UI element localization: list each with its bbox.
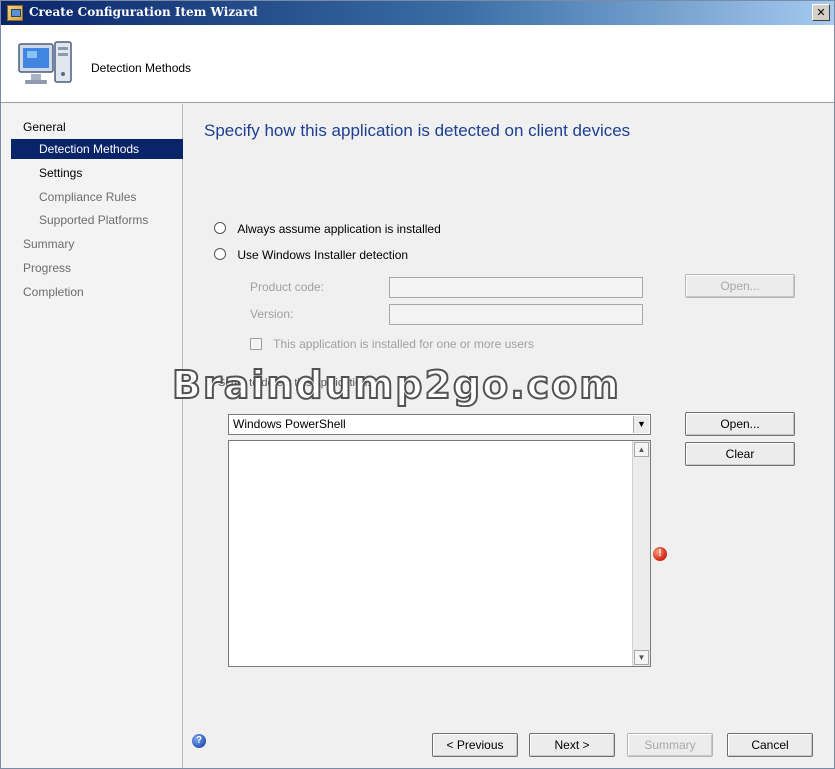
version-label: Version: [250, 307, 294, 321]
close-button[interactable]: ✕ [812, 4, 830, 21]
error-icon: ! [653, 547, 667, 561]
cancel-button[interactable]: Cancel [727, 733, 813, 757]
installed-for-users-label: This application is installed for one or… [273, 337, 534, 351]
watermark-text: Braindump2go.com [171, 362, 621, 408]
wizard-header: Detection Methods [1, 25, 834, 103]
always-installed-label: Always assume application is installed [237, 221, 441, 236]
always-installed-option[interactable]: Always assume application is installed [214, 219, 441, 237]
wizard-window: Create Configuration Item Wizard ✕ Detec… [0, 0, 835, 769]
wizard-app-icon [7, 5, 23, 21]
title-bar[interactable]: Create Configuration Item Wizard ✕ [1, 1, 834, 25]
scroll-up-icon[interactable]: ▲ [634, 442, 649, 457]
chevron-down-icon[interactable]: ▼ [633, 416, 649, 433]
windows-installer-radio[interactable] [214, 247, 226, 260]
scroll-down-icon[interactable]: ▼ [634, 650, 649, 665]
script-type-value: Windows PowerShell [233, 417, 346, 431]
script-type-dropdown[interactable]: Windows PowerShell ▼ [228, 414, 651, 435]
nav-item-progress: Progress [23, 261, 72, 275]
always-installed-radio[interactable] [214, 221, 226, 234]
header-title: Detection Methods [91, 61, 192, 75]
help-icon[interactable]: ? [192, 734, 206, 748]
open-msi-button[interactable]: Open... [685, 274, 795, 298]
nav-item-detection-methods: Detection Methods [11, 139, 183, 159]
installed-for-users-option[interactable]: This application is installed for one or… [250, 337, 534, 351]
version-field[interactable] [389, 304, 643, 325]
window-title: Create Configuration Item Wizard [29, 5, 258, 19]
computer-monitor-icon [18, 41, 72, 84]
wizard-footer: ? < Previous Next > Summary Cancel [184, 709, 834, 768]
next-button[interactable]: Next > [529, 733, 615, 757]
clear-button[interactable]: Clear [685, 442, 795, 466]
page-heading: Specify how this application is detected… [204, 121, 631, 140]
script-editor[interactable]: ▲ ▼ [228, 440, 651, 667]
wizard-navigation: General Detection Methods Settings Compl… [1, 104, 183, 768]
product-code-label: Product code: [250, 280, 325, 294]
windows-installer-label: Use Windows Installer detection [237, 247, 409, 262]
nav-item-general: General [23, 120, 66, 134]
product-code-field[interactable] [389, 277, 643, 298]
open-script-button[interactable]: Open... [685, 412, 795, 436]
summary-button[interactable]: Summary [627, 733, 713, 757]
nav-item-supported-platforms: Supported Platforms [39, 213, 149, 227]
nav-item-compliance-rules: Compliance Rules [39, 190, 137, 204]
windows-installer-option[interactable]: Use Windows Installer detection [214, 245, 408, 263]
previous-button[interactable]: < Previous [432, 733, 518, 757]
nav-item-completion: Completion [23, 285, 84, 299]
nav-item-summary: Summary [23, 237, 75, 251]
installed-for-users-checkbox[interactable] [250, 337, 262, 350]
script-editor-scrollbar[interactable]: ▲ ▼ [632, 441, 650, 666]
nav-item-settings: Settings [39, 166, 83, 180]
